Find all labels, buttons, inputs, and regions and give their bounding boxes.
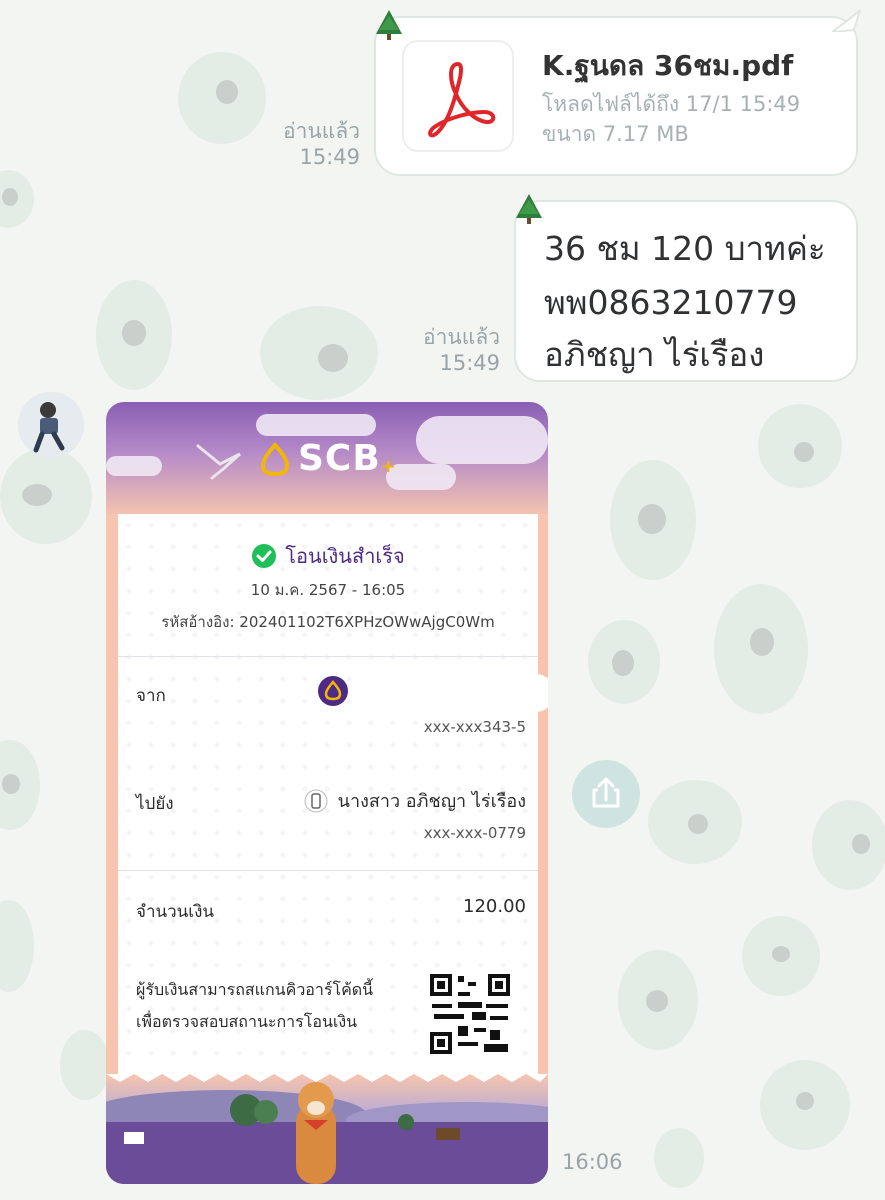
read-label: อ่านแล้ว	[283, 119, 360, 143]
paw-decoration	[0, 740, 40, 830]
paw-decoration	[618, 950, 698, 1050]
paw-decoration	[742, 916, 820, 996]
qr-note: เพื่อตรวจสอบสถานะการโอนเงิน	[136, 1012, 358, 1031]
paw-decoration	[60, 1030, 110, 1100]
bank-name: SCB	[298, 438, 381, 479]
paw-decoration	[610, 460, 696, 580]
paw-decoration	[760, 1060, 850, 1150]
christmas-tree-icon	[516, 194, 542, 224]
read-receipt: อ่านแล้ว 15:49	[400, 324, 500, 376]
share-icon	[592, 777, 620, 808]
christmas-tree-icon	[376, 10, 402, 40]
file-name: K.ฐนดล 36ชม.pdf	[542, 49, 794, 82]
to-recipient: นางสาว อภิชญา ไร่เรือง	[304, 786, 526, 815]
divider	[118, 870, 538, 871]
read-time: 15:49	[439, 351, 500, 375]
qr-note: ผู้รับเงินสามารถสแกนคิวอาร์โค้ดนี้	[136, 980, 374, 999]
scb-emblem-icon	[260, 441, 290, 476]
transfer-slip-image[interactable]: SCB + โอนเงินสำเร็จ 10 ม.ค. 2567 - 16:05…	[106, 402, 548, 1184]
message-line: 36 ชม 120 บาทค่ะ	[544, 229, 826, 268]
paw-decoration	[260, 306, 378, 400]
read-time: 15:49	[299, 145, 360, 169]
divider	[118, 656, 538, 657]
file-size: ขนาด 7.17 MB	[542, 122, 689, 146]
slip-illustration	[106, 1074, 548, 1184]
check-circle-icon	[252, 544, 277, 568]
paw-decoration	[178, 52, 266, 144]
redacted-name	[354, 674, 548, 712]
pdf-icon	[402, 40, 514, 152]
read-receipt: อ่านแล้ว 15:49	[260, 118, 360, 170]
paw-decoration	[812, 800, 885, 890]
paw-decoration	[0, 900, 34, 992]
paw-decoration	[0, 170, 34, 228]
amount-value: 120.00	[463, 896, 526, 917]
read-label: อ่านแล้ว	[423, 325, 500, 349]
scb-account-icon	[318, 676, 348, 706]
slip-card: โอนเงินสำเร็จ 10 ม.ค. 2567 - 16:05 รหัสอ…	[118, 514, 548, 1074]
message-time: 16:06	[562, 1150, 623, 1174]
paw-decoration	[648, 780, 742, 864]
amount-label: จำนวนเงิน	[136, 902, 215, 922]
paw-decoration	[758, 404, 842, 488]
bubble-tail	[832, 10, 861, 32]
qr-code	[428, 972, 512, 1056]
to-account: xxx-xxx-0779	[423, 824, 526, 842]
phone-icon	[304, 789, 328, 812]
text-message-bubble[interactable]: 36 ชม 120 บาทค่ะ พพ0863210779 อภิชญา ไร่…	[514, 200, 858, 382]
file-message-bubble[interactable]: K.ฐนดล 36ชม.pdf โหลดไฟล์ได้ถึง 17/1 15:4…	[374, 16, 858, 176]
message-line: อภิชญา ไร่เรือง	[544, 335, 765, 374]
status-text: โอนเงินสำเร็จ	[285, 544, 405, 568]
slip-header: SCB +	[106, 402, 548, 514]
from-account: xxx-xxx343-5	[423, 718, 526, 736]
paw-decoration	[96, 280, 172, 390]
file-download-until: โหลดไฟล์ได้ถึง 17/1 15:49	[542, 92, 801, 116]
paw-decoration	[654, 1128, 704, 1188]
share-button[interactable]	[572, 760, 640, 828]
status-row: โอนเงินสำเร็จ	[118, 540, 538, 573]
transfer-datetime: 10 ม.ค. 2567 - 16:05	[250, 581, 406, 599]
avatar[interactable]	[18, 392, 84, 458]
paw-decoration	[714, 584, 808, 714]
reference-number: รหัสอ้างอิง: 202401102T6XPHzOWwAjgC0Wm	[161, 613, 495, 631]
paw-decoration	[0, 448, 92, 544]
recipient-name: นางสาว อภิชญา ไร่เรือง	[337, 791, 526, 812]
from-label: จาก	[136, 686, 166, 706]
plus-icon: +	[380, 456, 396, 477]
to-label: ไปยัง	[136, 794, 174, 814]
message-line: พพ0863210779	[544, 283, 798, 322]
bird-icon	[196, 444, 241, 480]
scb-logo: SCB +	[258, 438, 396, 479]
paw-decoration	[588, 620, 660, 704]
